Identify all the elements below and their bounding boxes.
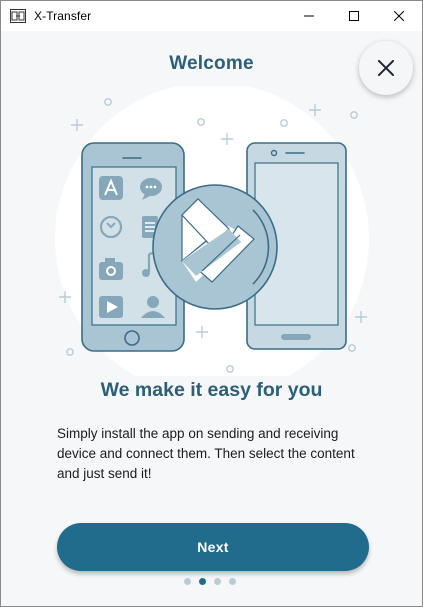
- close-icon: [394, 11, 404, 21]
- page-indicator: [184, 578, 236, 586]
- page-dot[interactable]: [229, 578, 236, 585]
- slide-description: Simply install the app on sending and re…: [57, 426, 355, 481]
- minimize-icon: [304, 15, 314, 17]
- maximize-icon: [349, 11, 359, 21]
- slide-title: We make it easy for you: [100, 379, 323, 401]
- transfer-icon: [152, 184, 278, 310]
- page-dot[interactable]: [214, 578, 221, 585]
- app-logo-icon: [10, 9, 26, 23]
- page-dot[interactable]: [199, 578, 206, 585]
- title-bar[interactable]: X-Transfer: [1, 1, 422, 31]
- welcome-page: Welcome We make it easy for you Simply i…: [1, 31, 422, 606]
- window-title: X-Transfer: [34, 9, 92, 23]
- maximize-button[interactable]: [331, 1, 377, 31]
- window-close-button[interactable]: [376, 1, 422, 31]
- app-window: X-Transfer Welcome We make it easy for y…: [0, 0, 423, 607]
- transfer-illustration: [55, 86, 369, 376]
- close-icon: [378, 60, 394, 76]
- minimize-button[interactable]: [286, 1, 332, 31]
- page-dot[interactable]: [184, 578, 191, 585]
- next-button[interactable]: Next: [57, 523, 369, 571]
